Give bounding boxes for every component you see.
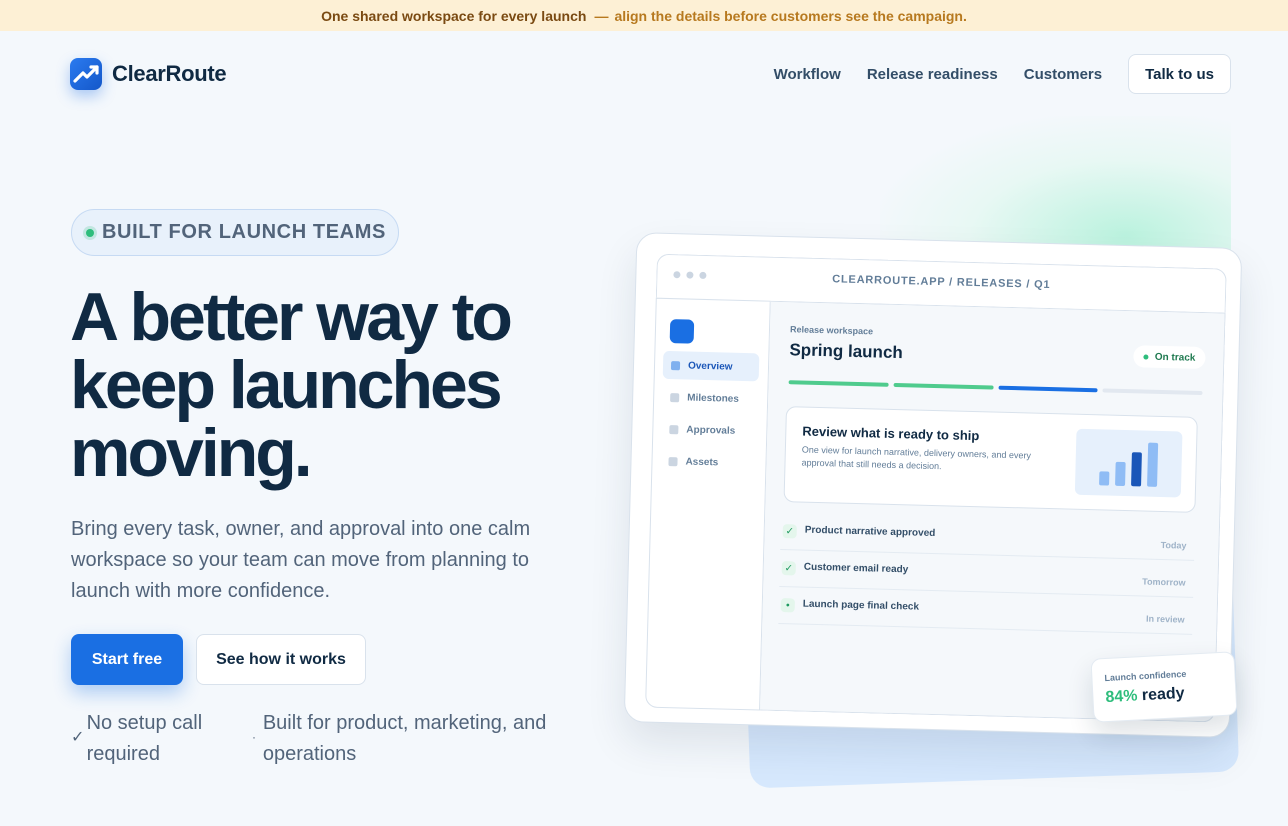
announcement-lead: One shared workspace for every launch: [321, 7, 587, 24]
confidence-suffix: ready: [1141, 684, 1185, 705]
task-when: Today: [1160, 539, 1187, 551]
nav-link-customers[interactable]: Customers: [1024, 66, 1102, 83]
chart-trend-icon: [70, 58, 102, 90]
overview-icon: [670, 360, 681, 370]
progress-segment-active: [998, 385, 1098, 393]
top-nav: ClearRoute Workflow Release readiness Cu…: [70, 54, 1231, 94]
sidebar-item-approvals[interactable]: Approvals: [661, 415, 758, 446]
see-how-it-works-button[interactable]: See how it works: [196, 634, 366, 685]
status-text: On track: [1154, 351, 1196, 364]
task-name: Customer email ready: [803, 561, 909, 576]
announcement-separator: —: [594, 7, 609, 24]
sidebar-item-label: Assets: [685, 456, 719, 468]
talk-to-us-button[interactable]: Talk to us: [1128, 54, 1231, 94]
progress-segment-done: [788, 380, 889, 387]
progress-segment-done: [893, 382, 994, 390]
task-name: Launch page final check: [802, 598, 920, 613]
card-chart-bar: [1115, 461, 1126, 486]
task-name: Product narrative approved: [804, 524, 936, 540]
sidebar-item-label: Milestones: [687, 392, 740, 405]
progress-tracker: [788, 380, 1203, 396]
feature-item: · Built for product, marketing, and oper…: [252, 708, 582, 770]
card-description: One view for launch narrative, delivery …: [801, 444, 1032, 472]
workspace-title: Spring launch: [789, 340, 904, 363]
announcement-bar: One shared workspace for every launch — …: [0, 0, 1288, 31]
pending-dot-icon: •: [780, 598, 795, 613]
progress-segment-pending: [1102, 388, 1203, 396]
nav-links: Workflow Release readiness Customers Tal…: [774, 54, 1231, 94]
assets-icon: [668, 456, 678, 466]
review-card[interactable]: Review what is ready to ship One view fo…: [783, 406, 1198, 513]
milestones-icon: [670, 392, 680, 402]
sidebar-item-assets[interactable]: Assets: [660, 447, 757, 478]
badge-text: BUILT FOR LAUNCH TEAMS: [102, 221, 386, 243]
sidebar-item-milestones[interactable]: Milestones: [662, 383, 759, 414]
start-free-button[interactable]: Start free: [71, 634, 183, 685]
card-chart-bar: [1131, 452, 1142, 487]
check-icon: ✓: [781, 561, 796, 576]
approvals-icon: [669, 424, 679, 434]
announcement-tail: align the details before customers see t…: [614, 7, 967, 24]
confidence-percent: 84%: [1105, 687, 1138, 707]
sidebar-item-overview[interactable]: Overview: [662, 350, 760, 382]
bar-chart-icon: [1074, 428, 1183, 498]
task-when: In review: [1145, 613, 1185, 625]
brand-name: ClearRoute: [112, 61, 227, 86]
confidence-card: Launch confidence 84% ready: [1090, 651, 1238, 723]
workspace-label: Release workspace: [789, 324, 874, 337]
bullet-icon: ·: [252, 730, 256, 744]
status-badge: On track: [1133, 345, 1206, 370]
confidence-value: 84% ready: [1105, 685, 1185, 707]
feature-text: No setup call required: [86, 712, 203, 765]
hero-badge: BUILT FOR LAUNCH TEAMS: [71, 209, 399, 256]
nav-link-release-readiness[interactable]: Release readiness: [867, 66, 998, 83]
browser-url: CLEARROUTE.APP / RELEASES / Q1: [832, 273, 1051, 292]
card-chart-bar: [1147, 442, 1159, 487]
check-icon: ✓: [782, 524, 797, 539]
hero-subcopy: Bring every task, owner, and approval in…: [71, 518, 531, 602]
check-icon: ✓: [71, 729, 85, 746]
feature-text: Built for product, marketing, and operat…: [262, 712, 547, 765]
app-logo-icon: [669, 319, 695, 344]
sidebar-item-label: Approvals: [686, 424, 736, 437]
status-dot-icon: [1143, 353, 1149, 360]
feature-item: ✓ No setup call required: [71, 708, 246, 770]
card-chart-bar: [1099, 471, 1110, 486]
hero-headline: A better way to keep launches moving.: [70, 279, 513, 491]
brand[interactable]: ClearRoute: [70, 58, 227, 90]
status-dot-icon: [86, 228, 94, 237]
nav-link-workflow[interactable]: Workflow: [774, 66, 841, 83]
task-when: Tomorrow: [1142, 576, 1186, 588]
confidence-label: Launch confidence: [1104, 668, 1187, 684]
mockup-sidebar: Overview Milestones Approvals Assets: [645, 297, 771, 711]
card-title: Review what is ready to ship: [802, 423, 980, 444]
sidebar-item-label: Overview: [687, 360, 733, 373]
